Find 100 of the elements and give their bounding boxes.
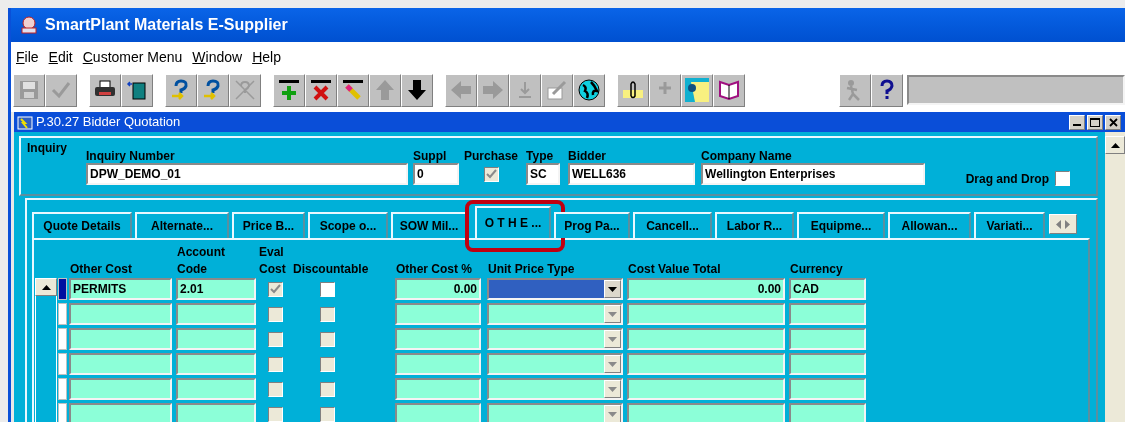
- table-cell[interactable]: [627, 328, 785, 350]
- input-field[interactable]: Wellington Enterprises: [701, 163, 926, 185]
- row-marker[interactable]: [58, 328, 67, 350]
- tab[interactable]: O T H E ...: [475, 206, 551, 238]
- dropdown-arrow-icon: [608, 311, 617, 317]
- table-cell[interactable]: PERMITS: [69, 278, 172, 300]
- table-cell[interactable]: [176, 378, 256, 400]
- maximize-button[interactable]: [1087, 114, 1103, 130]
- table-cell[interactable]: [176, 328, 256, 350]
- tab[interactable]: Labor R...: [715, 212, 794, 238]
- table-cell[interactable]: [176, 303, 256, 325]
- table-cell[interactable]: [69, 403, 172, 422]
- tab[interactable]: Cancell...: [633, 212, 712, 238]
- tab[interactable]: Scope o...: [308, 212, 388, 238]
- left-arrow-icon: [449, 78, 473, 102]
- tab[interactable]: Quote Details: [32, 212, 132, 238]
- table-cell[interactable]: 0.00: [395, 278, 481, 300]
- table-cell[interactable]: [176, 403, 256, 422]
- row-marker[interactable]: [58, 378, 67, 400]
- table-cell[interactable]: [395, 328, 481, 350]
- scroll-up-button[interactable]: [35, 278, 57, 296]
- toolbar-button[interactable]: [89, 73, 121, 107]
- table-cell[interactable]: [176, 353, 256, 375]
- input-field[interactable]: SC: [526, 163, 561, 185]
- input-field[interactable]: 0: [413, 163, 459, 185]
- dropdown-arrow-icon: [608, 286, 617, 292]
- section-label: Inquiry: [27, 141, 68, 157]
- table-cell[interactable]: [69, 378, 172, 400]
- book-icon: [717, 78, 741, 102]
- delete-record-icon: [309, 78, 333, 102]
- table-cell[interactable]: [69, 353, 172, 375]
- row-marker[interactable]: [58, 403, 67, 422]
- globe-icon: [577, 78, 601, 102]
- toolbar-button[interactable]: [337, 73, 369, 107]
- add-record-icon: [277, 78, 301, 102]
- table-cell[interactable]: [789, 353, 866, 375]
- close-button[interactable]: [1105, 114, 1121, 130]
- table-cell[interactable]: 0.00: [627, 278, 785, 300]
- tab[interactable]: Variati...: [974, 212, 1045, 238]
- checkbox[interactable]: [1055, 171, 1070, 186]
- table-cell[interactable]: [789, 378, 866, 400]
- menu-item[interactable]: Edit: [48, 46, 73, 68]
- menu-item[interactable]: Window: [192, 46, 243, 68]
- input-field[interactable]: DPW_DEMO_01: [86, 163, 408, 185]
- column-header: Account Code: [177, 244, 226, 278]
- toolbar-button[interactable]: [681, 73, 713, 107]
- table-cell[interactable]: [395, 303, 481, 325]
- minimize-button[interactable]: [1069, 114, 1085, 130]
- table-cell[interactable]: [789, 328, 866, 350]
- tab[interactable]: Alternate...: [135, 212, 229, 238]
- dropdown-arrow-icon: [608, 386, 617, 392]
- toolbar-button[interactable]: [273, 73, 305, 107]
- table-cell[interactable]: [789, 303, 866, 325]
- row-marker[interactable]: [58, 278, 67, 300]
- field-label: Purchase: [464, 149, 519, 163]
- toolbar-button[interactable]: [617, 73, 649, 107]
- table-cell[interactable]: [395, 378, 481, 400]
- toolbar-button[interactable]: [121, 73, 153, 107]
- tab-scroll-button[interactable]: [1049, 214, 1077, 234]
- table-cell[interactable]: [627, 353, 785, 375]
- tab[interactable]: SOW Mil...: [391, 212, 467, 238]
- toolbar-button[interactable]: [165, 73, 197, 107]
- tab[interactable]: Price B...: [232, 212, 305, 238]
- menu-item[interactable]: Help: [252, 46, 281, 68]
- checkbox[interactable]: [320, 281, 335, 297]
- row-marker[interactable]: [58, 353, 67, 375]
- table-cell[interactable]: [69, 328, 172, 350]
- scroll-up-button[interactable]: [1105, 136, 1125, 154]
- dropdown-field[interactable]: [487, 278, 623, 300]
- table-cell[interactable]: [69, 303, 172, 325]
- menu-item[interactable]: Customer Menu: [82, 46, 183, 68]
- toolbar-button[interactable]: [871, 73, 903, 107]
- toolbar-button[interactable]: [401, 73, 433, 107]
- menu-item[interactable]: File: [16, 46, 39, 68]
- window-title: SmartPlant Materials E-Supplier: [45, 15, 288, 35]
- up-triangle-icon: [1110, 142, 1120, 148]
- table-cell[interactable]: [789, 403, 866, 422]
- pencil-icon: [545, 78, 569, 102]
- table-cell[interactable]: [395, 403, 481, 422]
- toolbar-button[interactable]: [713, 73, 745, 107]
- toolbar-button[interactable]: [305, 73, 337, 107]
- input-field[interactable]: WELL636: [568, 163, 696, 185]
- tab[interactable]: Allowan...: [888, 212, 971, 238]
- form-icon: [17, 114, 33, 130]
- maximize-icon: [1090, 117, 1100, 127]
- row-marker[interactable]: [58, 303, 67, 325]
- table-cell[interactable]: [395, 353, 481, 375]
- table-cell[interactable]: [627, 403, 785, 422]
- down-arrow-icon: [405, 78, 429, 102]
- table-cell[interactable]: [627, 378, 785, 400]
- scrollbar[interactable]: [1105, 132, 1125, 422]
- field-label: Drag and Drop: [965, 170, 1049, 188]
- tab[interactable]: Equipme...: [797, 212, 885, 238]
- table-cell[interactable]: 2.01: [176, 278, 256, 300]
- table-cell[interactable]: CAD: [789, 278, 866, 300]
- toolbar-button[interactable]: [573, 73, 605, 107]
- left-right-arrows-icon: [1056, 219, 1070, 229]
- table-cell[interactable]: [627, 303, 785, 325]
- toolbar-button[interactable]: [197, 73, 229, 107]
- tab[interactable]: Prog Pa...: [554, 212, 630, 238]
